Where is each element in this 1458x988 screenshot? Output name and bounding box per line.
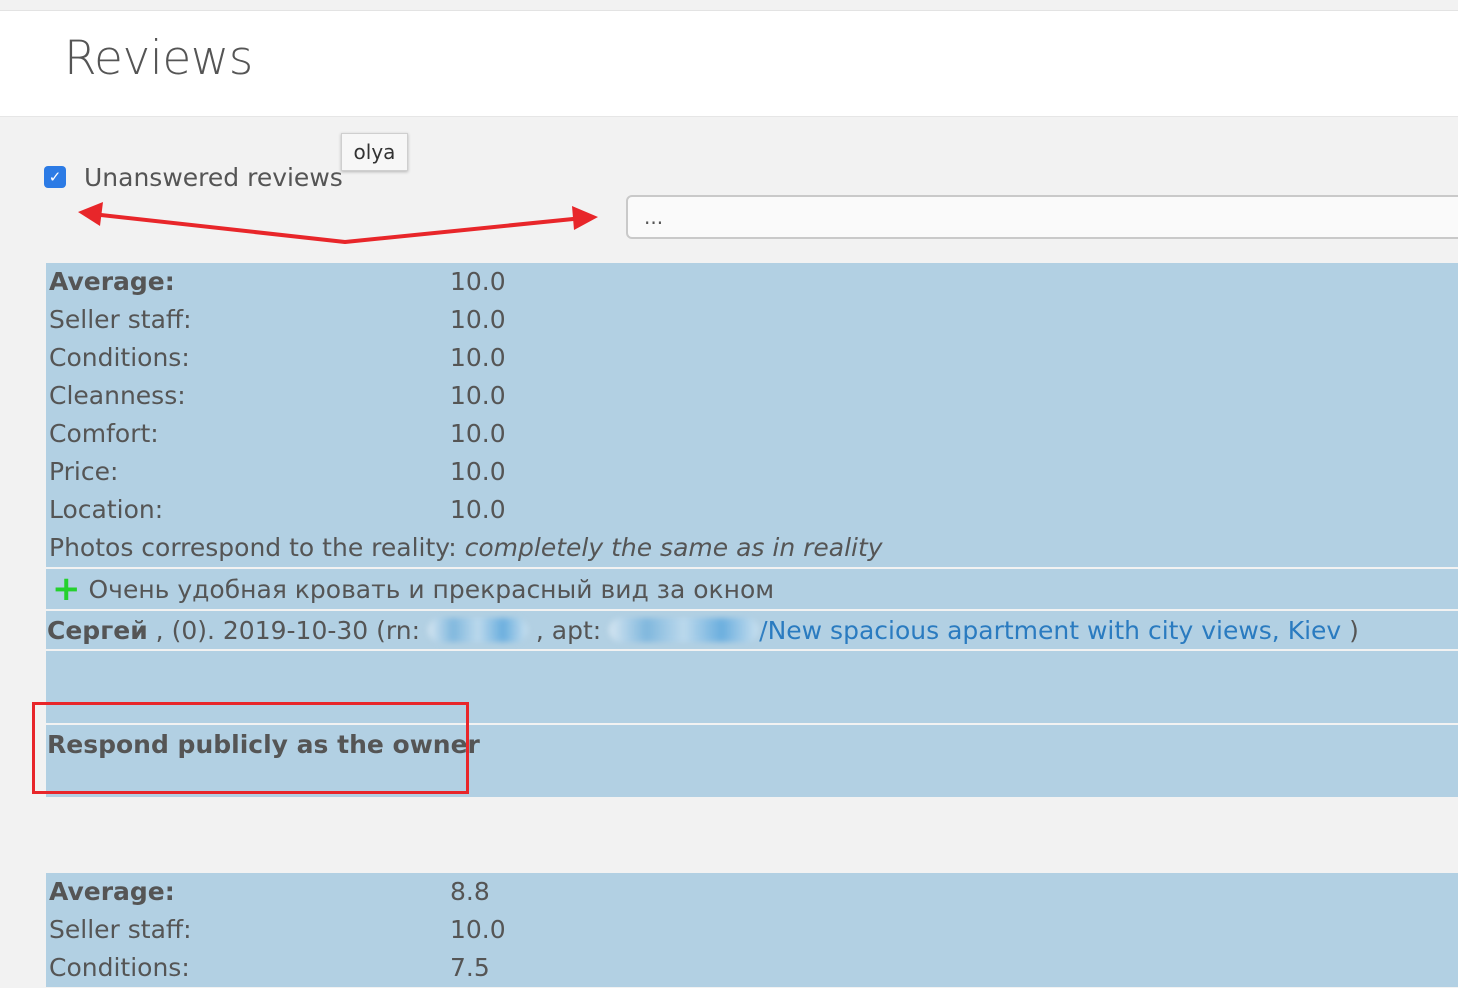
rating-row-seller-staff: Seller staff: 10.0 (46, 911, 1458, 949)
review-pros: + Очень удобная кровать и прекрасный вид… (46, 569, 1458, 609)
rating-value: 7.5 (450, 953, 490, 982)
rating-value: 10.0 (450, 915, 506, 944)
rating-value: 10.0 (450, 495, 506, 524)
page-title: Reviews (64, 31, 253, 86)
apartment-link[interactable]: /New spacious apartment with city views,… (759, 616, 1341, 645)
rating-row-cleanness: Cleanness: 10.0 (46, 377, 1458, 415)
review-body (46, 651, 1458, 723)
rating-value: 10.0 (450, 343, 506, 372)
rating-label: Seller staff: (49, 915, 192, 944)
review-count: , (0). (147, 615, 223, 645)
rating-value: 8.8 (450, 877, 490, 906)
rating-value: 10.0 (450, 457, 506, 486)
rn-label: (rn: (368, 615, 428, 645)
rating-value: 10.0 (450, 267, 506, 296)
page-header: Reviews (0, 11, 1458, 117)
rating-label: Conditions: (49, 343, 190, 372)
check-icon: ✓ (48, 167, 62, 186)
rating-value: 10.0 (450, 419, 506, 448)
redacted-rn (427, 618, 528, 642)
close-paren: ) (1341, 615, 1359, 645)
rating-row-seller-staff: Seller staff: 10.0 (46, 301, 1458, 339)
rating-row-average: Average: 8.8 (46, 873, 1458, 911)
review-date: 2019-10-30 (222, 615, 369, 645)
rating-label: Average: (49, 267, 175, 296)
respond-publicly-link[interactable]: Respond publicly as the owner (46, 725, 1458, 797)
unanswered-filter[interactable]: ✓ Unanswered reviews (44, 160, 343, 194)
apt-label: , apt: (527, 615, 610, 645)
top-strip (0, 0, 1458, 11)
rating-label: Conditions: (49, 953, 190, 982)
rating-label: Cleanness: (49, 381, 186, 410)
pro-text: Очень удобная кровать и прекрасный вид з… (88, 574, 775, 604)
rating-row-conditions: Conditions: 7.5 (46, 949, 1458, 987)
rating-label: Location: (49, 495, 164, 524)
rating-value: 10.0 (450, 381, 506, 410)
redacted-apt-id (609, 618, 760, 642)
review-card: Average: 8.8 Seller staff: 10.0 Conditio… (46, 873, 1458, 987)
search-input[interactable]: ... (626, 195, 1458, 239)
review-meta: Сергей , (0). 2019-10-30 (rn: , apt: /Ne… (46, 611, 1458, 649)
rating-label: Price: (49, 457, 119, 486)
unanswered-label: Unanswered reviews (84, 162, 343, 192)
rating-row-conditions: Conditions: 10.0 (46, 339, 1458, 377)
review-card: Average: 10.0 Seller staff: 10.0 Conditi… (46, 263, 1458, 797)
photos-row: Photos correspond to the reality: comple… (46, 529, 1458, 567)
photos-label: Photos correspond to the reality: (49, 533, 457, 562)
rating-value: 10.0 (450, 305, 506, 334)
photos-value: completely the same as in reality (464, 533, 883, 562)
unanswered-checkbox[interactable]: ✓ (44, 166, 66, 188)
rating-label: Average: (49, 877, 175, 906)
rating-row-price: Price: 10.0 (46, 453, 1458, 491)
plus-icon: + (52, 569, 81, 609)
rating-label: Seller staff: (49, 305, 192, 334)
rating-row-comfort: Comfort: 10.0 (46, 415, 1458, 453)
user-tooltip: olya (341, 133, 408, 171)
rating-row-average: Average: 10.0 (46, 263, 1458, 301)
author-name: Сергей (47, 615, 148, 645)
rating-row-location: Location: 10.0 (46, 491, 1458, 529)
rating-label: Comfort: (49, 419, 159, 448)
